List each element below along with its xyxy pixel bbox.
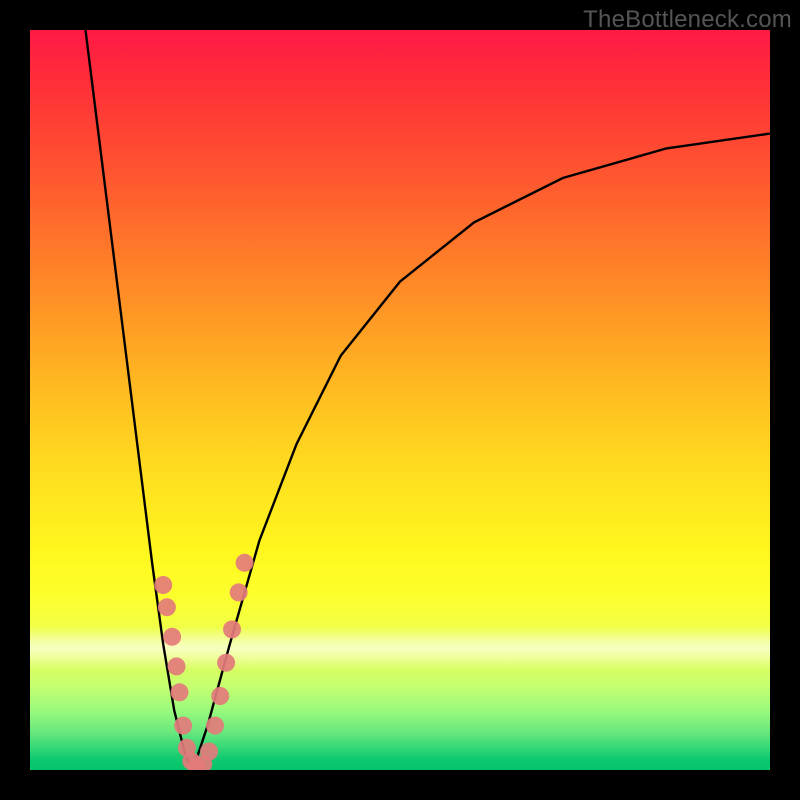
data-marker xyxy=(206,717,224,735)
watermark-text: TheBottleneck.com xyxy=(583,6,792,34)
curve-right-path xyxy=(193,134,770,770)
data-marker xyxy=(217,654,235,672)
data-marker xyxy=(200,743,218,761)
data-marker xyxy=(170,683,188,701)
curve-group xyxy=(86,30,771,770)
data-marker xyxy=(230,583,248,601)
data-marker xyxy=(154,576,172,594)
data-marker xyxy=(223,620,241,638)
data-marker xyxy=(163,628,181,646)
data-marker xyxy=(211,687,229,705)
data-marker xyxy=(174,717,192,735)
data-marker xyxy=(236,554,254,572)
data-marker xyxy=(158,598,176,616)
chart-frame: TheBottleneck.com xyxy=(0,0,800,800)
plot-area xyxy=(30,30,770,770)
chart-svg xyxy=(30,30,770,770)
data-marker xyxy=(168,657,186,675)
